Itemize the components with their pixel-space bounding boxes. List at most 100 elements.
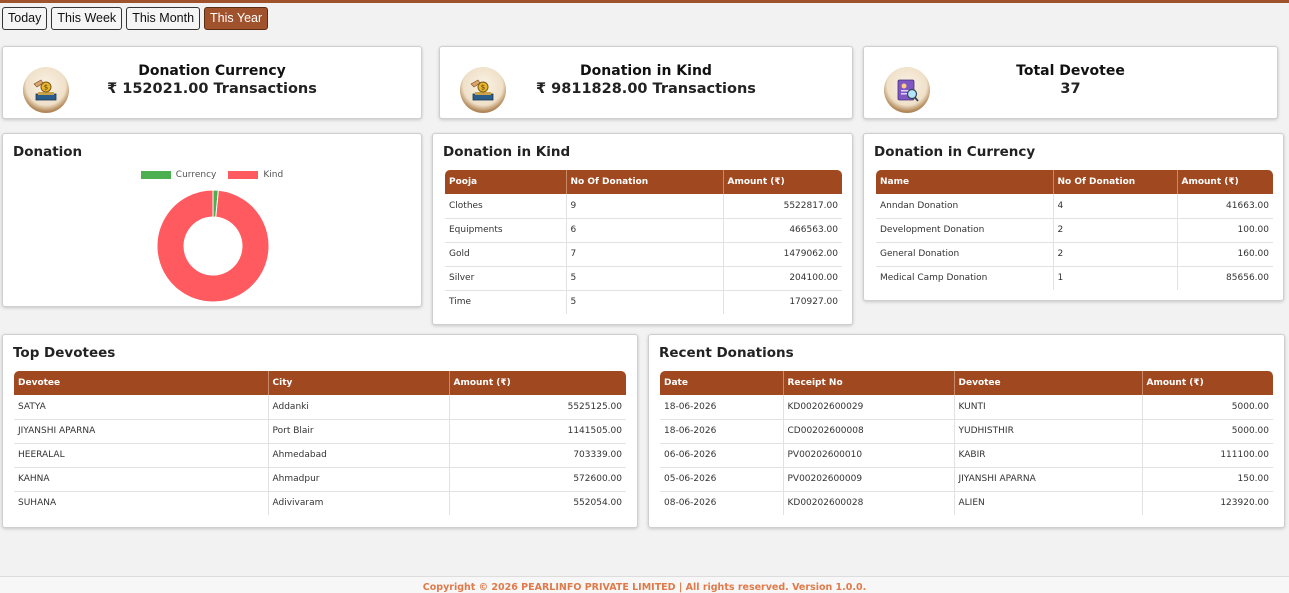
table-cell: Silver bbox=[445, 266, 567, 291]
table-header[interactable]: Pooja bbox=[445, 170, 567, 194]
table-header[interactable]: Name bbox=[876, 170, 1054, 194]
table-header[interactable]: Date bbox=[660, 371, 784, 395]
legend-item-currency[interactable]: Currency bbox=[140, 170, 217, 180]
card-title: Donation in Kind bbox=[443, 144, 571, 160]
table-cell: SATYA bbox=[14, 395, 269, 420]
table-cell: 2 bbox=[1053, 218, 1178, 243]
table-row: 06-06-2026 PV00202600010 KABIR 111100.00 bbox=[660, 443, 1273, 468]
table-cell: General Donation bbox=[876, 242, 1054, 267]
table-cell: 123920.00 bbox=[1220, 498, 1269, 509]
table-header[interactable]: Amount (₹) bbox=[1142, 371, 1273, 395]
stat-title: Total Devotee bbox=[1016, 63, 1125, 79]
table-header[interactable]: No Of Donation bbox=[1053, 170, 1178, 194]
donation-currency-card: Donation in Currency Name No Of Donation… bbox=[863, 133, 1284, 301]
copyright-text: Copyright © 2026 PEARLINFO PRIVATE LIMIT… bbox=[422, 582, 867, 593]
table-cell: 5000.00 bbox=[1142, 419, 1273, 444]
table-cell: JIYANSHI APARNA bbox=[14, 419, 269, 444]
top-accent-bar bbox=[0, 0, 1289, 3]
table-row: Silver 5 204100.00 bbox=[445, 266, 842, 291]
legend-label: Currency bbox=[175, 170, 217, 180]
table-row: SUHANA Adivivaram 552054.00 bbox=[14, 491, 626, 515]
table-cell: CD00202600008 bbox=[783, 419, 955, 444]
table-row: Equipments 6 466563.00 bbox=[445, 218, 842, 243]
donation-currency-table: Name No Of Donation Amount (₹) Anndan Do… bbox=[876, 170, 1273, 290]
legend-item-kind[interactable]: Kind bbox=[228, 170, 283, 180]
table-cell: 5 bbox=[566, 266, 724, 291]
table-cell: Addanki bbox=[268, 395, 450, 420]
table-row: Gold 7 1479062.00 bbox=[445, 242, 842, 267]
table-cell: Development Donation bbox=[876, 218, 1054, 243]
donation-donut-chart bbox=[156, 189, 270, 303]
table-cell: Ahmedabad bbox=[268, 443, 450, 468]
table-cell: 204100.00 bbox=[723, 266, 842, 291]
filter-this-week-button[interactable]: This Week bbox=[51, 7, 123, 30]
table-header[interactable]: No Of Donation bbox=[566, 170, 724, 194]
table-cell: 1479062.00 bbox=[723, 242, 842, 267]
table-cell: 160.00 bbox=[1177, 242, 1273, 267]
table-cell: 05-06-2026 bbox=[660, 467, 784, 492]
table-header[interactable]: Amount (₹) bbox=[723, 170, 842, 194]
table-cell: 150.00 bbox=[1142, 467, 1273, 492]
table-cell: Gold bbox=[445, 242, 567, 267]
table-cell: 41663.00 bbox=[1177, 194, 1273, 219]
donation-chart-card: Donation Currency Kind bbox=[2, 133, 422, 307]
table-row: 18-06-2026 CD00202600008 YUDHISTHIR 5000.00 bbox=[660, 419, 1273, 444]
table-cell: 111100.00 bbox=[1142, 443, 1273, 468]
stat-value: ₹ 9811828.00 Transactions bbox=[536, 81, 756, 97]
top-devotees-card: Top Devotees Devotee City Amount (₹) SAT… bbox=[2, 334, 638, 528]
donation-kind-card: Donation in Kind Pooja No Of Donation Am… bbox=[432, 133, 853, 325]
table-cell: 85656.00 bbox=[1226, 273, 1269, 284]
legend-label: Kind bbox=[263, 170, 284, 180]
table-cell: 4 bbox=[1053, 194, 1178, 219]
donation-kind-table: Pooja No Of Donation Amount (₹) Clothes 9… bbox=[445, 170, 842, 314]
table-row: Time 5 170927.00 bbox=[445, 290, 842, 314]
table-header[interactable]: Receipt No bbox=[783, 371, 955, 395]
table-header[interactable]: Amount (₹) bbox=[1177, 170, 1273, 194]
table-cell: 2 bbox=[1053, 242, 1178, 267]
table-cell: 572600.00 bbox=[449, 467, 626, 492]
table-cell: Clothes bbox=[445, 194, 567, 219]
table-cell: 08-06-2026 bbox=[660, 491, 784, 515]
table-cell: Port Blair bbox=[268, 419, 450, 444]
table-row: General Donation 2 160.00 bbox=[876, 242, 1273, 267]
donut-slice-kind[interactable] bbox=[156, 189, 270, 303]
table-cell: 552054.00 bbox=[573, 498, 622, 509]
table-cell: Equipments bbox=[445, 218, 567, 243]
table-cell: KD00202600029 bbox=[783, 395, 955, 420]
table-cell: 5525125.00 bbox=[449, 395, 626, 420]
table-cell: 7 bbox=[566, 242, 724, 267]
chart-legend: Currency Kind bbox=[3, 170, 421, 180]
stat-card-total-devotee: Total Devotee 37 bbox=[863, 46, 1278, 119]
table-header[interactable]: City bbox=[268, 371, 450, 395]
filter-today-button[interactable]: Today bbox=[2, 7, 48, 30]
table-cell: KD00202600028 bbox=[783, 491, 955, 515]
table-header[interactable]: Devotee bbox=[954, 371, 1143, 395]
filter-this-month-button[interactable]: This Month bbox=[126, 7, 201, 30]
table-row: HEERALAL Ahmedabad 703339.00 bbox=[14, 443, 626, 468]
table-cell: PV00202600010 bbox=[783, 443, 955, 468]
table-cell: ALIEN bbox=[954, 491, 1143, 515]
stat-card-donation-kind: $ Donation in Kind ₹ 9811828.00 Transact… bbox=[439, 46, 853, 119]
table-cell: 1 bbox=[1053, 266, 1178, 290]
table-cell: 06-06-2026 bbox=[660, 443, 784, 468]
table-header[interactable]: Amount (₹) bbox=[449, 371, 626, 395]
table-row: Medical Camp Donation 1 85656.00 bbox=[876, 266, 1273, 290]
table-cell: 5 bbox=[566, 290, 724, 314]
filter-this-year-button[interactable]: This Year bbox=[204, 7, 269, 30]
table-cell: YUDHISTHIR bbox=[954, 419, 1143, 444]
table-cell: SUHANA bbox=[14, 491, 269, 515]
table-cell: 6 bbox=[566, 218, 724, 243]
table-row: JIYANSHI APARNA Port Blair 1141505.00 bbox=[14, 419, 626, 444]
card-title: Donation bbox=[13, 144, 83, 160]
stat-value: 37 bbox=[1060, 81, 1081, 97]
table-header[interactable]: Devotee bbox=[14, 371, 269, 395]
table-row: KAHNA Ahmadpur 572600.00 bbox=[14, 467, 626, 492]
table-cell: Anndan Donation bbox=[876, 194, 1054, 219]
table-cell: 100.00 bbox=[1177, 218, 1273, 243]
table-cell: 5522817.00 bbox=[723, 194, 842, 219]
table-cell: 18-06-2026 bbox=[660, 419, 784, 444]
table-cell: Ahmadpur bbox=[268, 467, 450, 492]
table-cell: 1141505.00 bbox=[449, 419, 626, 444]
stat-title: Donation in Kind bbox=[580, 63, 712, 79]
table-cell: Medical Camp Donation bbox=[876, 266, 1054, 290]
